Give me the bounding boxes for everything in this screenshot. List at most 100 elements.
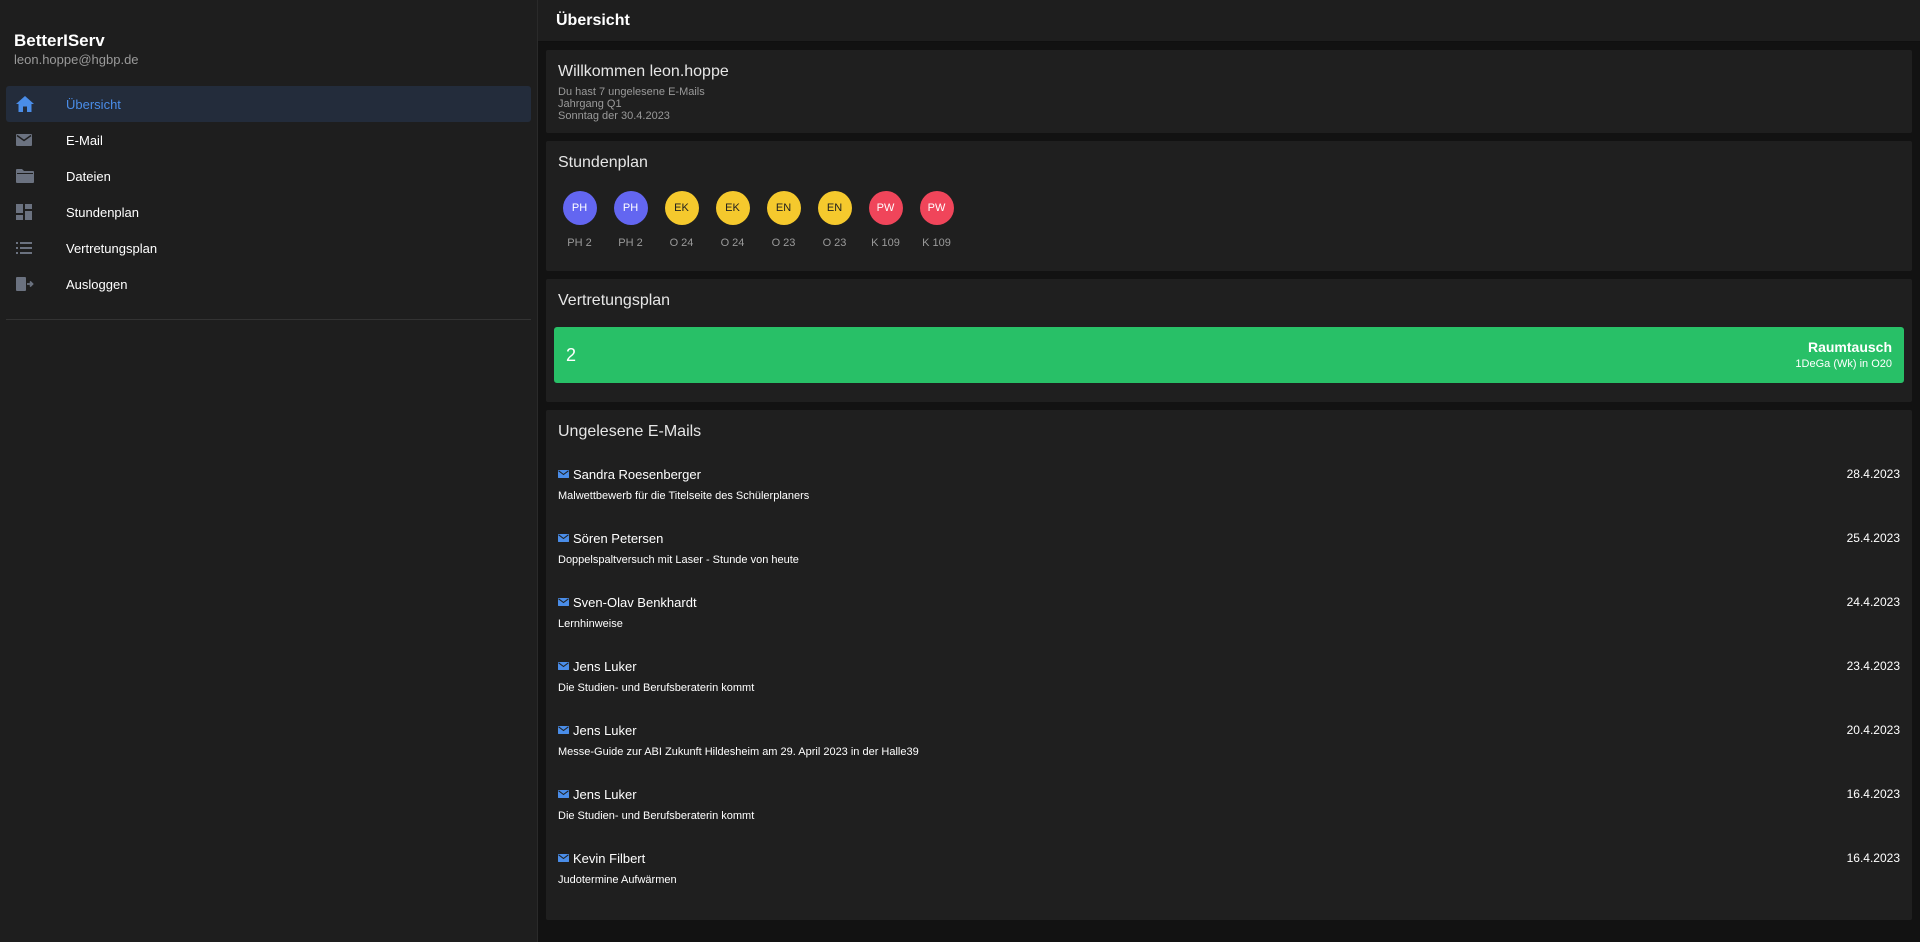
- lesson-item[interactable]: PW K 109: [868, 191, 903, 249]
- lesson-item[interactable]: EN O 23: [817, 191, 852, 249]
- emails-title: Ungelesene E-Mails: [558, 423, 702, 440]
- sidebar-item-label: Ausloggen: [66, 276, 128, 292]
- mail-icon: [558, 661, 570, 671]
- mail-header: Jens Luker 20.4.2023: [558, 718, 1900, 742]
- mail-list: Sandra Roesenberger 28.4.2023 Malwettbewer…: [546, 462, 1912, 910]
- sidebar-item-vertretungsplan[interactable]: Vertretungsplan: [6, 230, 531, 266]
- lesson-room: O 24: [669, 237, 694, 249]
- mail-sender-wrap: Sandra Roesenberger: [558, 467, 701, 482]
- schedule-lessons: PH PH 2 PH PH 2 EK O 24 EK O 24 EN O 23 EN O 23 PW K …: [558, 191, 1900, 249]
- mail-icon: [558, 533, 570, 543]
- lesson-item[interactable]: PH PH 2: [562, 191, 597, 249]
- mail-date: 16.4.2023: [1846, 787, 1900, 801]
- schedule-card: Stundenplan PH PH 2 PH PH 2 EK O 24 EK O 24 EN O …: [546, 141, 1912, 271]
- mail-subject: Die Studien- und Berufsberaterin kommt: [558, 682, 755, 694]
- unread-count-text: Du hast 7 ungelesene E-Mails: [558, 86, 705, 98]
- topbar: Übersicht: [538, 0, 1920, 42]
- substitution-type: Raumtausch: [1807, 339, 1892, 355]
- substitution-lesson-number: 2: [566, 344, 577, 365]
- lesson-item[interactable]: EK O 24: [715, 191, 750, 249]
- sidebar-divider: [6, 319, 531, 320]
- sidebar: BetterIServ leon.hoppe@hgbp.de Übersicht…: [0, 0, 538, 942]
- mail-item[interactable]: Kevin Filbert 16.4.2023 Judotermine Aufwär…: [558, 846, 1900, 910]
- mail-sender-wrap: Sven-Olav Benkhardt: [558, 595, 697, 610]
- mail-subject: Malwettbewerb für die Titelseite des Sch…: [558, 490, 810, 502]
- welcome-title: Willkommen leon.hoppe: [558, 63, 729, 80]
- lesson-room: PH 2: [567, 237, 592, 249]
- sidebar-item-stundenplan[interactable]: Stundenplan: [6, 194, 531, 230]
- grid-icon: [16, 201, 42, 223]
- mail-icon: [558, 597, 570, 607]
- lesson-subject-badge: PH: [613, 191, 648, 225]
- main-area: Übersicht Willkommen leon.hoppe Du hast …: [538, 0, 1920, 942]
- mail-sender-wrap: Jens Luker: [558, 659, 637, 674]
- page-title: Übersicht: [556, 11, 630, 29]
- sidebar-nav: Übersicht E-Mail Dateien Stundenplan Ver…: [0, 84, 537, 302]
- mail-date: 28.4.2023: [1846, 467, 1900, 481]
- sidebar-item-label: Dateien: [66, 168, 111, 184]
- sidebar-item-uebersicht[interactable]: Übersicht: [6, 86, 531, 122]
- lesson-room: PH 2: [618, 237, 643, 249]
- welcome-card: Willkommen leon.hoppe Du hast 7 ungelese…: [546, 50, 1912, 133]
- brand: BetterIServ leon.hoppe@hgbp.de: [0, 0, 537, 84]
- mail-item[interactable]: Jens Luker 23.4.2023 Die Studien- und Beru…: [558, 654, 1900, 718]
- mail-sender-wrap: Jens Luker: [558, 723, 637, 738]
- mail-subject: Die Studien- und Berufsberaterin kommt: [558, 810, 755, 822]
- mail-item[interactable]: Sandra Roesenberger 28.4.2023 Malwettbewer…: [558, 462, 1900, 526]
- lesson-item[interactable]: EN O 23: [766, 191, 801, 249]
- grade-text: Jahrgang Q1: [558, 98, 622, 110]
- home-icon: [16, 93, 42, 115]
- lesson-item[interactable]: PH PH 2: [613, 191, 648, 249]
- mail-subject: Judotermine Aufwärmen: [558, 874, 677, 886]
- mail-icon: [558, 725, 570, 735]
- mail-item[interactable]: Jens Luker 16.4.2023 Die Studien- und Beru…: [558, 782, 1900, 846]
- lesson-room: O 23: [771, 237, 796, 249]
- mail-icon: [16, 129, 42, 151]
- lesson-item[interactable]: EK O 24: [664, 191, 699, 249]
- mail-sender-wrap: Sören Petersen: [558, 531, 663, 546]
- lesson-subject-badge: PW: [868, 191, 903, 225]
- mail-sender: Jens Luker: [573, 786, 637, 802]
- mail-date: 16.4.2023: [1846, 851, 1900, 865]
- date-text: Sonntag der 30.4.2023: [558, 110, 670, 122]
- mail-date: 24.4.2023: [1846, 595, 1900, 609]
- lesson-room: O 23: [822, 237, 847, 249]
- mail-icon: [558, 789, 570, 799]
- mail-header: Sandra Roesenberger 28.4.2023: [558, 462, 1900, 486]
- mail-sender-wrap: Jens Luker: [558, 787, 637, 802]
- mail-item[interactable]: Sven-Olav Benkhardt 24.4.2023 Lernhinweise: [558, 590, 1900, 654]
- sidebar-item-label: E-Mail: [66, 132, 103, 148]
- lesson-subject-badge: EN: [766, 191, 801, 225]
- sidebar-item-ausloggen[interactable]: Ausloggen: [6, 266, 531, 302]
- mail-date: 23.4.2023: [1846, 659, 1900, 673]
- mail-header: Kevin Filbert 16.4.2023: [558, 846, 1900, 870]
- mail-header: Sören Petersen 25.4.2023: [558, 526, 1900, 550]
- substitution-entry[interactable]: 2 Raumtausch 1DeGa (Wk) in O20: [554, 327, 1904, 383]
- logout-icon: [16, 273, 42, 295]
- mail-icon: [558, 469, 570, 479]
- mail-sender: Kevin Filbert: [573, 850, 646, 866]
- substitution-info: Raumtausch 1DeGa (Wk) in O20: [1795, 338, 1892, 372]
- emails-card: Ungelesene E-Mails Sandra Roesenberger 28…: [546, 410, 1912, 920]
- sidebar-item-label: Vertretungsplan: [66, 240, 158, 256]
- substitution-card: Vertretungsplan 2 Raumtausch 1DeGa (Wk) …: [546, 279, 1912, 402]
- mail-date: 25.4.2023: [1846, 531, 1900, 545]
- lesson-subject-badge: EK: [715, 191, 750, 225]
- mail-sender: Sandra Roesenberger: [573, 466, 701, 482]
- mail-item[interactable]: Sören Petersen 25.4.2023 Doppelspaltversuc…: [558, 526, 1900, 590]
- mail-sender: Jens Luker: [573, 658, 637, 674]
- lesson-subject-badge: PH: [562, 191, 597, 225]
- mail-subject: Doppelspaltversuch mit Laser - Stunde vo…: [558, 554, 799, 566]
- sidebar-item-dateien[interactable]: Dateien: [6, 158, 531, 194]
- lesson-item[interactable]: PW K 109: [919, 191, 954, 249]
- lesson-room: K 109: [922, 237, 951, 249]
- content: Willkommen leon.hoppe Du hast 7 ungelese…: [538, 42, 1920, 920]
- mail-sender: Sören Petersen: [573, 530, 664, 546]
- list-icon: [16, 237, 42, 259]
- substitution-detail: 1DeGa (Wk) in O20: [1795, 358, 1892, 370]
- lesson-subject-badge: PW: [919, 191, 954, 225]
- mail-item[interactable]: Jens Luker 20.4.2023 Messe-Guide zur ABI Z…: [558, 718, 1900, 782]
- schedule-title: Stundenplan: [558, 154, 648, 171]
- sidebar-item-email[interactable]: E-Mail: [6, 122, 531, 158]
- lesson-room: K 109: [871, 237, 900, 249]
